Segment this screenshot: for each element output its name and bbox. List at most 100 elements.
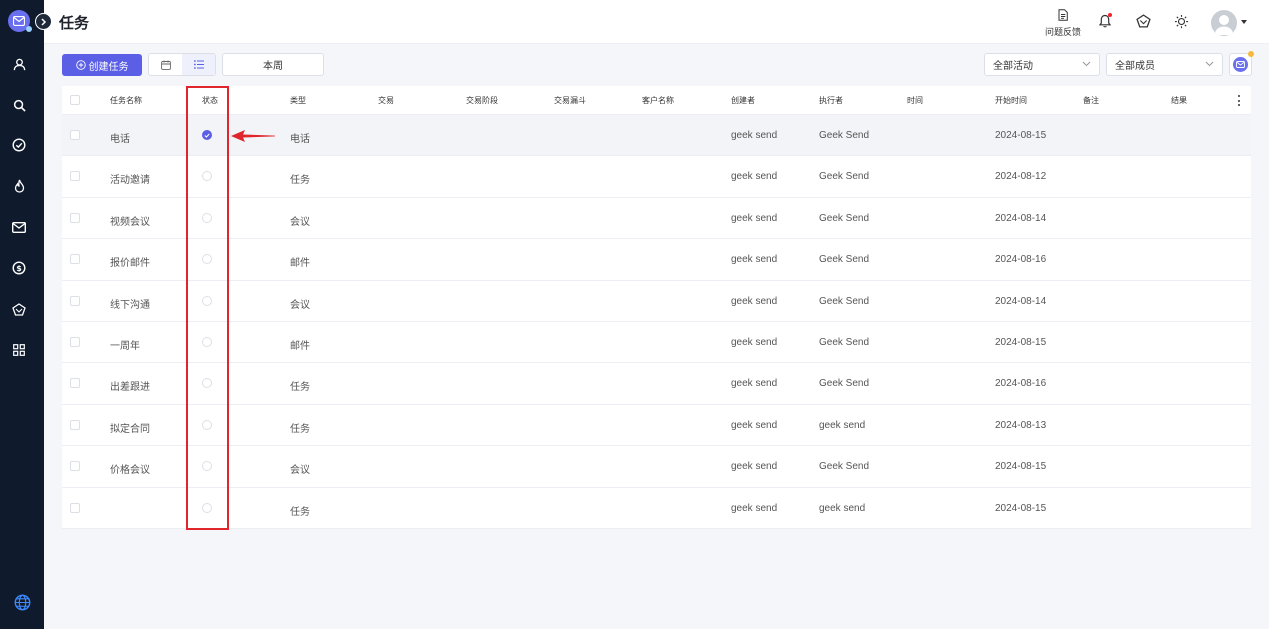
apps-grid-icon[interactable] — [11, 342, 27, 358]
task-check-icon[interactable] — [11, 137, 27, 153]
row-checkbox[interactable] — [70, 295, 80, 306]
column-header-notes[interactable]: 备注 — [1083, 95, 1099, 106]
column-header-name[interactable]: 任务名称 — [110, 95, 142, 106]
member-filter-value: 全部成员 — [1115, 61, 1155, 72]
task-name[interactable]: 一周年 — [110, 337, 140, 352]
task-type: 会议 — [290, 216, 310, 228]
task-start-date: 2024-08-14 — [995, 212, 1047, 224]
status-checkbox[interactable] — [202, 502, 212, 513]
activity-filter-select[interactable]: 全部活动 — [984, 53, 1100, 76]
feedback-button[interactable]: 问题反馈 — [1043, 9, 1083, 38]
table-row[interactable]: 价格会议 会议 geek send Geek Send 2024-08-15 — [62, 446, 1251, 488]
task-type: 任务 — [290, 423, 310, 435]
notification-bell-icon[interactable] — [1097, 13, 1113, 29]
column-settings-more-icon[interactable] — [1237, 95, 1241, 106]
table-row[interactable]: 活动邀请 任务 geek send Geek Send 2024-08-12 — [62, 156, 1251, 198]
table-row[interactable]: 视频会议 会议 geek send Geek Send 2024-08-14 — [62, 197, 1251, 240]
task-name[interactable]: 电话 — [110, 130, 130, 145]
row-checkbox[interactable] — [70, 171, 80, 182]
calendar-view-button[interactable] — [149, 54, 182, 75]
task-name[interactable]: 出差跟进 — [110, 378, 150, 393]
column-header-time[interactable]: 时间 — [907, 95, 923, 106]
column-header-creator[interactable]: 创建者 — [731, 95, 755, 106]
column-header-deal-stage[interactable]: 交易阶段 — [466, 95, 498, 106]
status-checkbox[interactable] — [202, 295, 212, 306]
task-start-date: 2024-08-15 — [995, 336, 1047, 348]
mail-icon[interactable] — [11, 219, 27, 235]
status-checkbox[interactable] — [202, 212, 212, 223]
fire-icon[interactable] — [11, 178, 27, 194]
row-checkbox[interactable] — [70, 336, 80, 347]
column-header-status[interactable]: 状态 — [202, 95, 218, 106]
row-checkbox[interactable] — [70, 419, 80, 430]
column-header-start-time[interactable]: 开始时间 — [995, 95, 1027, 106]
task-creator: geek send — [731, 254, 778, 266]
task-type: 电话 — [290, 134, 310, 145]
sidebar-expand-button[interactable] — [35, 13, 52, 30]
table-row[interactable]: 出差跟进 任务 geek send Geek Send 2024-08-16 — [62, 363, 1251, 405]
document-icon — [1058, 9, 1068, 21]
week-range-button[interactable]: 本周 — [222, 53, 324, 76]
email-button[interactable] — [1229, 51, 1254, 76]
status-checkbox[interactable] — [202, 378, 212, 389]
dollar-icon[interactable]: $ — [11, 260, 27, 276]
contact-icon[interactable] — [11, 56, 27, 72]
table-row[interactable]: 报价邮件 邮件 geek send Geek Send 2024-08-16 — [62, 239, 1251, 281]
status-checkbox[interactable] — [202, 336, 212, 347]
column-header-result[interactable]: 结果 — [1171, 95, 1187, 106]
user-avatar[interactable] — [1211, 10, 1237, 36]
globe-language-icon[interactable] — [14, 594, 31, 614]
crown-vip-icon[interactable] — [1135, 13, 1151, 29]
status-checkbox[interactable] — [202, 171, 212, 182]
row-checkbox[interactable] — [70, 502, 80, 513]
task-assignee: Geek Send — [819, 212, 870, 224]
task-start-date: 2024-08-12 — [995, 171, 1047, 183]
task-type: 邮件 — [290, 340, 310, 352]
column-header-deal-funnel[interactable]: 交易漏斗 — [554, 95, 586, 106]
task-name[interactable]: 报价邮件 — [110, 254, 150, 269]
create-task-button[interactable]: 创建任务 — [62, 54, 142, 76]
row-checkbox[interactable] — [70, 130, 80, 140]
task-creator: geek send — [731, 336, 778, 348]
task-assignee: Geek Send — [819, 336, 870, 348]
column-header-assignee[interactable]: 执行者 — [819, 95, 843, 106]
task-assignee: geek send — [819, 419, 866, 431]
task-name[interactable]: 视频会议 — [110, 213, 150, 228]
member-filter-select[interactable]: 全部成员 — [1106, 53, 1223, 76]
row-checkbox[interactable] — [70, 378, 80, 389]
row-checkbox[interactable] — [70, 254, 80, 265]
status-done-checkbox[interactable] — [202, 130, 212, 140]
notification-dot — [1108, 13, 1112, 17]
table-row[interactable]: 一周年 邮件 geek send Geek Send 2024-08-15 — [62, 321, 1251, 364]
column-header-deal[interactable]: 交易 — [378, 95, 394, 106]
column-header-type[interactable]: 类型 — [290, 95, 306, 106]
search-icon[interactable] — [11, 97, 27, 113]
row-checkbox[interactable] — [70, 212, 80, 223]
task-name[interactable]: 价格会议 — [110, 461, 150, 476]
chevron-down-icon — [1082, 61, 1091, 67]
select-all-checkbox[interactable] — [70, 95, 80, 105]
create-task-label: 创建任务 — [88, 61, 129, 73]
status-checkbox[interactable] — [202, 254, 212, 265]
task-name[interactable]: 拟定合同 — [110, 420, 150, 435]
annotation-arrow-icon — [231, 130, 275, 142]
task-start-date: 2024-08-14 — [995, 295, 1047, 307]
column-header-customer[interactable]: 客户名称 — [642, 95, 674, 106]
table-row[interactable]: 任务 geek send geek send 2024-08-15 — [62, 487, 1251, 529]
table-row[interactable]: 线下沟通 会议 geek send Geek Send 2024-08-14 — [62, 280, 1251, 322]
list-view-button[interactable] — [182, 54, 215, 75]
list-icon — [193, 60, 204, 69]
chevron-down-icon — [1205, 61, 1214, 67]
task-name[interactable]: 活动邀请 — [110, 171, 150, 186]
feedback-label: 问题反馈 — [1044, 27, 1081, 37]
status-checkbox[interactable] — [202, 461, 212, 472]
avatar-caret-icon[interactable] — [1241, 20, 1247, 24]
task-name[interactable]: 线下沟通 — [110, 296, 150, 311]
status-checkbox[interactable] — [202, 419, 212, 430]
theme-sun-icon[interactable] — [1173, 13, 1189, 29]
table-row[interactable]: 拟定合同 任务 geek send geek send 2024-08-13 — [62, 404, 1251, 447]
row-checkbox[interactable] — [70, 461, 80, 472]
view-toggle — [148, 53, 216, 76]
top-bar: 任务 问题反馈 — [44, 0, 1269, 44]
crown-icon[interactable] — [11, 301, 27, 317]
